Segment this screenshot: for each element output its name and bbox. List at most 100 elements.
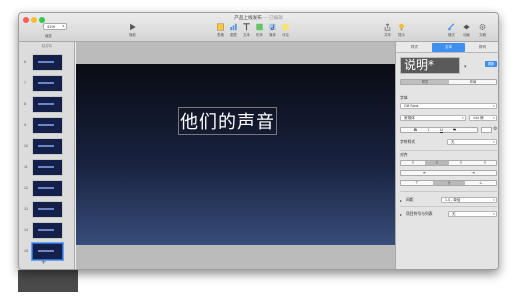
zoom-value: 41% bbox=[47, 24, 56, 29]
tips-button[interactable]: 提示 bbox=[397, 23, 406, 37]
slide-thumbnail[interactable]: 8 bbox=[24, 96, 63, 113]
indent-segmented: ⇤ ⇥ bbox=[400, 170, 497, 176]
tab-text[interactable]: 文本 bbox=[432, 43, 465, 52]
tab-style[interactable]: 样式 bbox=[398, 45, 431, 50]
disclosure-triangle-icon[interactable]: ▸ bbox=[400, 198, 402, 203]
background-shadow-block bbox=[18, 270, 78, 292]
bullets-label: 项目符号与列表 bbox=[406, 212, 433, 216]
slide-title-textbox[interactable]: 他们的声音 bbox=[178, 107, 277, 135]
paragraph-style-preview[interactable]: 说明* bbox=[400, 57, 460, 74]
media-icon bbox=[269, 23, 276, 31]
align-middle-icon[interactable]: ┼ bbox=[433, 181, 465, 185]
font-size-value: 144 磅 bbox=[473, 116, 484, 120]
thumbnail-content bbox=[38, 187, 54, 189]
char-style-select[interactable]: 无 ⇕ bbox=[447, 139, 497, 145]
font-weight-select[interactable]: 常规体 ⇕ bbox=[400, 115, 466, 121]
share-icon bbox=[384, 23, 391, 31]
gear-icon[interactable]: ⚙ bbox=[493, 126, 497, 132]
update-style-button[interactable]: 更新 bbox=[485, 61, 497, 67]
increase-indent-icon[interactable]: ⇥ bbox=[449, 171, 497, 175]
slide-thumbnail[interactable]: 11 bbox=[24, 159, 63, 176]
shape-label: 形状 bbox=[256, 33, 263, 37]
thumbnail-content bbox=[38, 103, 54, 105]
animate-button[interactable]: 动画 bbox=[462, 23, 471, 37]
slide-thumbnail[interactable]: 14 bbox=[24, 222, 63, 239]
share-button[interactable]: 共享 bbox=[383, 23, 392, 37]
text-label: 文本 bbox=[243, 33, 250, 37]
current-slide[interactable]: 他们的声音 bbox=[76, 64, 395, 245]
segment-style[interactable]: 样式 bbox=[401, 80, 449, 84]
tab-arrange[interactable]: 排列 bbox=[466, 45, 498, 50]
title-separator: — bbox=[261, 15, 269, 20]
zoom-label: 缩放 bbox=[45, 34, 52, 38]
media-button[interactable]: 媒体 bbox=[268, 23, 277, 37]
thumbnail-content bbox=[38, 166, 54, 168]
spacing-select[interactable]: 1.0 - 单倍 ⇕ bbox=[441, 197, 497, 203]
align-center-icon[interactable]: ≡ bbox=[425, 161, 449, 165]
bullets-select[interactable]: 无 ⇕ bbox=[448, 211, 497, 217]
font-family-value: Gill Sans bbox=[404, 104, 419, 108]
comment-button[interactable]: 评论 bbox=[281, 23, 290, 37]
comment-icon bbox=[282, 23, 289, 31]
gear-icon bbox=[479, 24, 486, 30]
slide-number: 14 bbox=[24, 228, 28, 232]
chevron-down-icon: ⇕ bbox=[461, 116, 464, 120]
window-title: 产品上线发布 — 已编辑 bbox=[19, 15, 498, 21]
strikethrough-button[interactable]: S bbox=[448, 128, 461, 132]
align-top-icon[interactable]: ⊤ bbox=[401, 181, 433, 185]
slide-thumbnail-selected[interactable]: 15 bbox=[24, 243, 63, 260]
spacing-value: 1.0 - 单倍 bbox=[445, 198, 461, 202]
slide-thumbnail[interactable]: 9 bbox=[24, 117, 63, 134]
thumbnail-content bbox=[38, 250, 54, 252]
slide-number: 10 bbox=[24, 144, 28, 148]
table-button[interactable]: 表格 bbox=[216, 23, 225, 37]
slide-thumbnail[interactable]: 6 bbox=[24, 54, 63, 71]
style-layout-segmented: 样式 布局 bbox=[400, 79, 497, 85]
format-button[interactable]: 格式 bbox=[447, 23, 456, 37]
animate-icon bbox=[463, 24, 470, 30]
divider bbox=[400, 206, 497, 207]
underline-button[interactable]: U bbox=[435, 128, 448, 132]
thumbnail-content bbox=[38, 61, 54, 63]
chevron-down-icon[interactable]: ▾ bbox=[464, 64, 467, 70]
divider bbox=[400, 191, 497, 192]
slide-number: 6 bbox=[24, 60, 26, 64]
add-slide-button[interactable]: + bbox=[41, 257, 46, 267]
segment-layout[interactable]: 布局 bbox=[449, 80, 497, 84]
share-label: 共享 bbox=[384, 33, 391, 37]
app-window: 产品上线发布 — 已编辑 41% ▾ 缩放 播放 表格 图表 文本 形状 媒体 评… bbox=[18, 12, 499, 270]
document-name: 产品上线发布 bbox=[234, 15, 262, 20]
bold-button[interactable]: B bbox=[409, 128, 422, 132]
font-size-stepper[interactable]: 144 磅 ⇕ bbox=[469, 115, 497, 121]
slide-thumbnail[interactable]: 7 bbox=[24, 75, 63, 92]
align-justify-icon[interactable]: ≡ bbox=[473, 161, 497, 165]
thumbnail-content bbox=[38, 145, 54, 147]
text-style-buttons: B I U S bbox=[400, 127, 478, 133]
slide-thumbnail[interactable]: 13 bbox=[24, 201, 63, 218]
font-section-label: 字体 bbox=[400, 96, 408, 100]
shape-button[interactable]: 形状 bbox=[255, 23, 264, 37]
chevron-down-icon: ⇕ bbox=[492, 104, 495, 108]
shape-icon bbox=[256, 23, 263, 31]
align-right-icon[interactable]: ≡ bbox=[449, 161, 473, 165]
slide-thumbnail[interactable]: 10 bbox=[24, 138, 63, 155]
chart-button[interactable]: 图表 bbox=[229, 23, 238, 37]
text-button[interactable]: 文本 bbox=[242, 23, 251, 37]
play-button[interactable]: 播放 bbox=[128, 23, 137, 37]
disclosure-triangle-icon[interactable]: ▸ bbox=[400, 212, 402, 217]
document-button[interactable]: 文稿 bbox=[478, 23, 487, 37]
document-label: 文稿 bbox=[479, 33, 486, 37]
zoom-select[interactable]: 41% ▾ bbox=[43, 23, 67, 30]
text-color-well[interactable] bbox=[481, 127, 492, 133]
alignment-section-label: 对齐 bbox=[400, 153, 408, 157]
slide-number: 9 bbox=[24, 123, 26, 127]
align-left-icon[interactable]: ≡ bbox=[401, 161, 425, 165]
decrease-indent-icon[interactable]: ⇤ bbox=[401, 171, 449, 175]
italic-button[interactable]: I bbox=[422, 128, 435, 132]
slide-thumbnail[interactable]: 12 bbox=[24, 180, 63, 197]
font-family-select[interactable]: Gill Sans ⇕ bbox=[400, 103, 497, 109]
edited-status: 已编辑 bbox=[268, 15, 283, 20]
align-bottom-icon[interactable]: ⊥ bbox=[465, 181, 497, 185]
toolbar: 产品上线发布 — 已编辑 41% ▾ 缩放 播放 表格 图表 文本 形状 媒体 评… bbox=[19, 13, 498, 42]
spacing-label: 间距 bbox=[406, 198, 414, 202]
